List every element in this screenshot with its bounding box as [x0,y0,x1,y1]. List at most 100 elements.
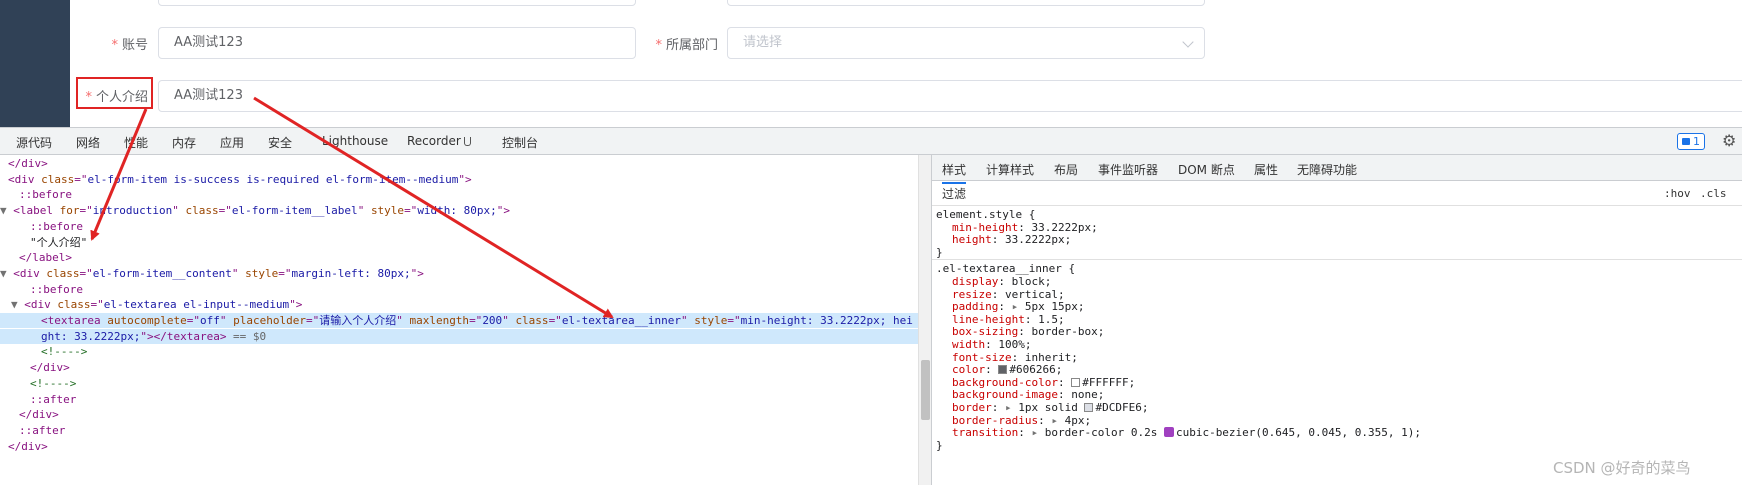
dom-node-line[interactable]: ▼ <div class="el-textarea el-input--medi… [0,297,918,312]
tab-properties[interactable]: 属性 [1254,161,1278,178]
tab-computed[interactable]: 计算样式 [986,161,1034,178]
tab-dom-breakpoints[interactable]: DOM 断点 [1178,161,1235,178]
dom-token: class [41,172,75,186]
property-name: color [952,363,986,377]
dom-node-line[interactable]: </div> [0,439,918,454]
elements-scrollbar[interactable] [918,155,931,485]
expand-triangle-icon[interactable]: ▼ [0,267,13,280]
tab-styles[interactable]: 样式 [942,161,967,184]
dom-token: width: 80px; [417,204,497,218]
property-value: 1px solid [1018,401,1085,414]
dom-token: el-textarea__inner [561,314,682,327]
watermark: CSDN @好奇的菜鸟 [1553,459,1691,477]
previous-field-left[interactable] [158,0,636,6]
dom-node-line[interactable]: ::after [0,392,918,407]
tab-lighthouse[interactable]: Lighthouse [322,134,388,148]
previous-field-right[interactable] [727,0,1205,6]
dom-token: <!----> [41,345,88,359]
issues-button[interactable]: 1 [1677,133,1705,150]
dom-token: </div> [19,408,59,422]
tab-recorder[interactable]: Recorder [407,134,471,148]
dom-node-line[interactable]: ::before [0,187,918,202]
style-declaration[interactable]: height: 33.2222px; [952,233,1071,247]
dom-node-line[interactable]: <!----> [0,344,918,359]
dom-node-line[interactable]: </div> [0,156,918,171]
dom-node-line[interactable]: <div class="el-form-item is-success is-r… [0,172,918,187]
property-colon: : [1057,388,1072,402]
rule-close-line[interactable]: } [936,246,943,260]
tab-console[interactable]: 控制台 [502,134,538,151]
property-value: 5px 15px; [1024,300,1085,314]
dom-token: ::before [19,188,72,202]
expand-triangle-icon: ▸ [1011,300,1025,314]
dom-node-line[interactable]: </div> [0,407,918,422]
flask-icon [463,137,471,146]
property-name: background-color [952,375,1058,389]
tab-application[interactable]: 应用 [220,134,244,151]
dom-token: margin-left: 80px; [291,266,411,280]
intro-textarea[interactable]: AA测试123 [158,80,1742,112]
gear-icon[interactable]: ⚙ [1722,132,1736,150]
dom-token: " [357,204,371,218]
dom-token: off [199,314,220,327]
property-value: vertical; [1005,287,1065,301]
dom-token: "个人介绍" [30,235,88,249]
styles-tabbar: 样式 计算样式 布局 事件监听器 DOM 断点 属性 无障碍功能 [932,155,1742,184]
tab-event-listeners[interactable]: 事件监听器 [1098,161,1158,178]
dom-token: "> [289,298,303,312]
tab-layout[interactable]: 布局 [1054,161,1078,178]
expand-triangle-icon[interactable]: ▼ [0,204,13,217]
dom-token: for [59,204,80,218]
dom-token: "> [410,266,424,280]
tab-network[interactable]: 网络 [76,134,100,151]
tab-performance[interactable]: 性能 [124,134,148,151]
cls-button[interactable]: .cls [1700,187,1727,200]
tab-sources[interactable]: 源代码 [16,134,52,151]
dom-node-line[interactable]: </div> [0,360,918,375]
property-colon: : [1038,413,1052,427]
dept-select[interactable]: 请选择 [727,27,1205,59]
filter-input[interactable]: 过滤 [938,185,1583,203]
dom-token: style [694,314,728,327]
dom-node-line[interactable]: <!----> [0,376,918,391]
rule-close-line[interactable]: } [936,439,943,453]
devtools-tabbar: 源代码 网络 性能 内存 应用 安全 Lighthouse Recorder 控… [0,128,1742,155]
expand-triangle-icon[interactable]: ▼ [11,298,24,311]
dom-token: =" [90,298,104,312]
dom-node-line[interactable]: ▼ <div class="el-form-item__content" sty… [0,266,918,281]
dom-node-line[interactable]: ▼ <label for="introduction" class="el-fo… [0,203,918,218]
tab-accessibility[interactable]: 无障碍功能 [1297,161,1357,178]
dom-node-line[interactable]: ::before [0,219,918,234]
property-value: 1.5; [1038,312,1065,326]
property-value: 100%; [998,338,1032,351]
scrollbar-thumb[interactable] [921,360,930,420]
dom-token: <div [24,298,58,312]
property-value: border-color 0.2s [1044,426,1164,440]
rule-separator [932,259,1742,261]
dom-token: =" [404,204,418,218]
dom-token: el-form-item__content [92,266,232,280]
style-declaration[interactable]: transition: ▸ border-color 0.2s cubic-be… [952,426,1421,440]
hov-button[interactable]: :hov [1664,187,1691,200]
elements-tree[interactable]: </div> <div class="el-form-item is-succes… [0,155,918,485]
tab-memory[interactable]: 内存 [172,134,196,151]
dom-node-line[interactable]: ::before [0,282,918,297]
dom-token: <textarea [41,314,108,327]
property-colon: : [998,275,1012,288]
dom-node-line[interactable]: </label> [0,250,918,265]
property-colon: : [1018,325,1032,339]
dom-node-line[interactable]: ght: 33.2222px;"></textarea> == $0 [0,328,918,344]
dom-token: =" [79,266,93,280]
dom-node-line[interactable]: <textarea autocomplete="off" placeholder… [0,313,918,328]
property-name: font-size [952,350,1012,364]
property-colon: : [1011,350,1025,364]
dom-token: el-textarea el-input--medium [103,298,290,312]
dom-node-line[interactable]: "个人介绍" [0,235,918,250]
property-name: display [952,275,999,288]
account-input[interactable]: AA测试123 [158,27,636,59]
property-name: padding [952,300,999,314]
tab-security[interactable]: 安全 [268,134,292,151]
property-value: none; [1071,388,1105,402]
dom-node-line[interactable]: ::after [0,423,918,438]
dom-token: <div [13,266,47,280]
